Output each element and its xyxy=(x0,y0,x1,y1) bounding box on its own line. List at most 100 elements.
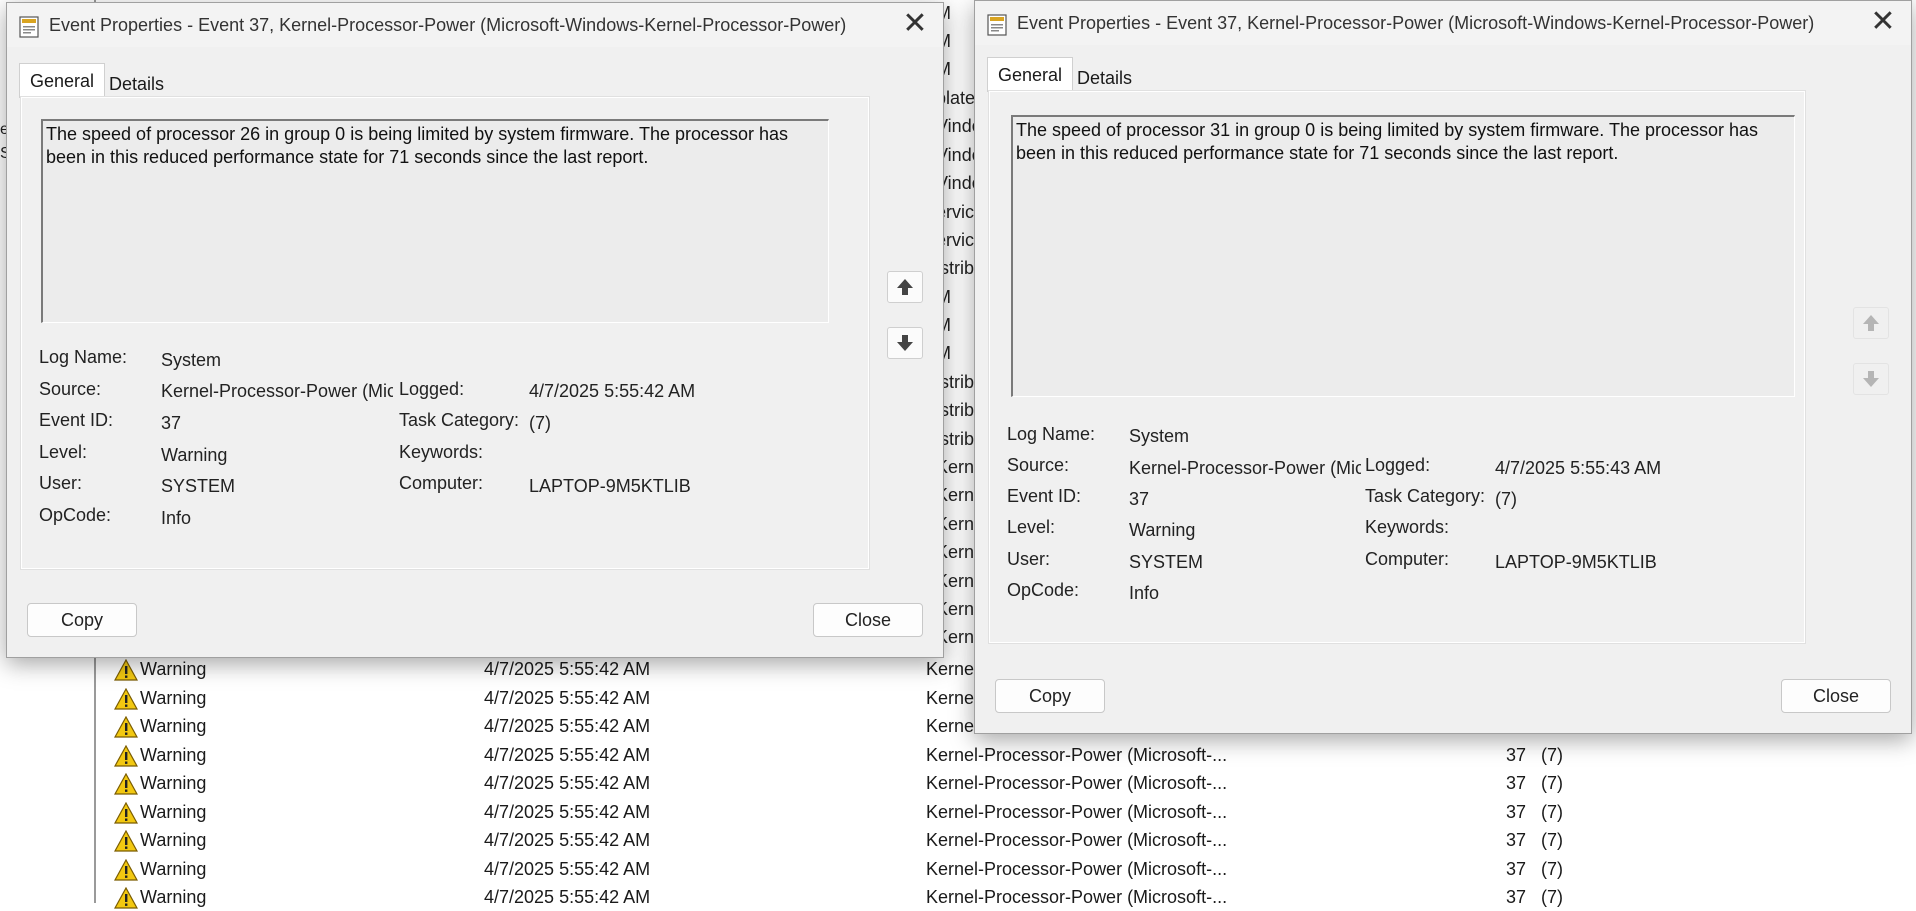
opcode-value: Info xyxy=(1129,583,1160,603)
computer-value: LAPTOP-9M5KTLIB xyxy=(1495,552,1657,572)
keywords-label: Keywords: xyxy=(399,442,484,462)
row-category: (7) xyxy=(1541,802,1563,822)
source-label: Source: xyxy=(1007,455,1070,475)
warning-icon xyxy=(114,659,138,681)
row-datetime: 4/7/2025 5:55:42 AM xyxy=(484,887,651,907)
window-title: Event Properties - Event 37, Kernel-Proc… xyxy=(1017,13,1815,33)
row-category: (7) xyxy=(1541,830,1563,850)
row-datetime: 4/7/2025 5:55:42 AM xyxy=(484,688,651,708)
copy-button[interactable]: Copy xyxy=(27,603,137,637)
row-source: Kernel-Processor-Power (Microsoft-... xyxy=(926,773,1228,793)
level-label: Level: xyxy=(1007,517,1056,537)
table-row[interactable]: Warning 4/7/2025 5:55:42 AM Kernel-Proce… xyxy=(110,883,1570,911)
warning-icon xyxy=(114,830,138,852)
row-source: Kernel-Processor-Power (Microsoft-... xyxy=(926,745,1228,765)
task-category-label: Task Category: xyxy=(1365,486,1486,506)
row-source: Kernel-Processor-Power (Microsoft-... xyxy=(926,830,1228,850)
row-datetime: 4/7/2025 5:55:42 AM xyxy=(484,773,651,793)
close-icon[interactable]: ✕ xyxy=(1865,7,1901,39)
log-name-value: System xyxy=(161,350,222,370)
arrow-down-icon xyxy=(1863,371,1879,387)
row-level: Warning xyxy=(140,716,207,736)
table-row[interactable]: Warning 4/7/2025 5:55:42 AM Kernel-Proce… xyxy=(110,769,1570,797)
table-row[interactable]: Warning 4/7/2025 5:55:42 AM Kernel-Proce… xyxy=(110,826,1570,854)
row-category: (7) xyxy=(1541,773,1563,793)
table-row[interactable]: Warning 4/7/2025 5:55:42 AM Kernel-Proce… xyxy=(110,741,1570,769)
event-description[interactable]: The speed of processor 26 in group 0 is … xyxy=(41,119,829,323)
warning-icon xyxy=(114,716,138,738)
row-level: Warning xyxy=(140,773,207,793)
source-value: Kernel-Processor-Power (Mic xyxy=(161,381,393,401)
row-level: Warning xyxy=(140,887,207,907)
computer-label: Computer: xyxy=(399,473,484,493)
task-category-label: Task Category: xyxy=(399,410,520,430)
computer-label: Computer: xyxy=(1365,549,1450,569)
row-level: Warning xyxy=(140,659,207,679)
warning-icon xyxy=(114,773,138,795)
tab-general[interactable]: General xyxy=(19,63,106,98)
table-row[interactable]: Warning 4/7/2025 5:55:42 AM Kernel-Proce… xyxy=(110,798,1570,826)
logged-value: 4/7/2025 5:55:43 AM xyxy=(1495,458,1662,478)
event-id-label: Event ID: xyxy=(1007,486,1082,506)
close-icon[interactable]: ✕ xyxy=(897,9,933,41)
row-event-id: 37 xyxy=(1506,745,1527,765)
copy-button[interactable]: Copy xyxy=(995,679,1105,713)
tab-details[interactable]: Details xyxy=(1067,61,1142,95)
event-id-value: 37 xyxy=(161,413,182,433)
row-datetime: 4/7/2025 5:55:42 AM xyxy=(484,830,651,850)
arrow-up-icon xyxy=(897,279,913,295)
warning-icon xyxy=(114,745,138,767)
arrow-up-icon xyxy=(1863,315,1879,331)
row-datetime: 4/7/2025 5:55:42 AM xyxy=(484,659,651,679)
user-value: SYSTEM xyxy=(1129,552,1204,572)
task-category-value: (7) xyxy=(1495,489,1517,509)
title-bar[interactable]: Event Properties - Event 37, Kernel-Proc… xyxy=(975,1,1911,45)
next-event-button[interactable] xyxy=(1853,363,1889,395)
event-viewer-icon xyxy=(987,14,1007,36)
event-properties-dialog-right: Event Properties - Event 37, Kernel-Proc… xyxy=(974,0,1912,734)
event-description[interactable]: The speed of processor 31 in group 0 is … xyxy=(1011,115,1795,397)
warning-icon xyxy=(114,802,138,824)
row-level: Warning xyxy=(140,859,207,879)
task-category-value: (7) xyxy=(529,413,551,433)
row-datetime: 4/7/2025 5:55:42 AM xyxy=(484,716,651,736)
row-source: Kernel xyxy=(926,716,979,736)
keywords-label: Keywords: xyxy=(1365,517,1450,537)
row-level: Warning xyxy=(140,802,207,822)
warning-icon xyxy=(114,859,138,881)
close-button[interactable]: Close xyxy=(813,603,923,637)
row-category: (7) xyxy=(1541,859,1563,879)
table-row[interactable]: Warning 4/7/2025 5:55:42 AM Kernel-Proce… xyxy=(110,855,1570,883)
logged-value: 4/7/2025 5:55:42 AM xyxy=(529,381,696,401)
row-datetime: 4/7/2025 5:55:42 AM xyxy=(484,802,651,822)
opcode-label: OpCode: xyxy=(39,505,112,525)
computer-value: LAPTOP-9M5KTLIB xyxy=(529,476,691,496)
logged-label: Logged: xyxy=(1365,455,1431,475)
logged-label: Logged: xyxy=(399,379,465,399)
user-value: SYSTEM xyxy=(161,476,236,496)
log-name-label: Log Name: xyxy=(39,347,128,367)
row-datetime: 4/7/2025 5:55:42 AM xyxy=(484,859,651,879)
window-title: Event Properties - Event 37, Kernel-Proc… xyxy=(49,15,847,35)
log-name-label: Log Name: xyxy=(1007,424,1096,444)
row-source: Kernel xyxy=(926,688,979,708)
tab-general[interactable]: General xyxy=(987,57,1074,92)
log-name-value: System xyxy=(1129,426,1190,446)
row-category: (7) xyxy=(1541,887,1563,907)
event-properties-dialog-left: Event Properties - Event 37, Kernel-Proc… xyxy=(6,2,944,658)
next-event-button[interactable] xyxy=(887,327,923,359)
title-bar[interactable]: Event Properties - Event 37, Kernel-Proc… xyxy=(7,3,943,47)
previous-event-button[interactable] xyxy=(1853,307,1889,339)
row-level: Warning xyxy=(140,688,207,708)
level-value: Warning xyxy=(1129,520,1196,540)
previous-event-button[interactable] xyxy=(887,271,923,303)
level-label: Level: xyxy=(39,442,88,462)
tab-details[interactable]: Details xyxy=(99,67,174,101)
close-button[interactable]: Close xyxy=(1781,679,1891,713)
warning-icon xyxy=(114,887,138,909)
arrow-down-icon xyxy=(897,335,913,351)
source-value: Kernel-Processor-Power (Mic xyxy=(1129,458,1361,478)
row-event-id: 37 xyxy=(1506,859,1527,879)
source-label: Source: xyxy=(39,379,102,399)
opcode-value: Info xyxy=(161,508,192,528)
